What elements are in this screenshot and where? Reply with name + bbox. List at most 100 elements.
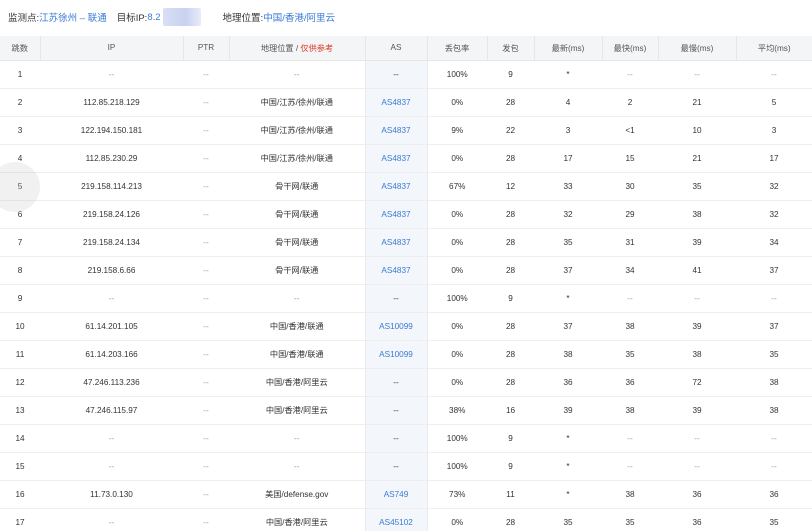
cell-as: -- [364, 60, 428, 89]
cell-hop: 16 [0, 480, 40, 509]
table-row[interactable]: 15 -- -- -- -- 100% 9 * -- -- -- [0, 452, 812, 481]
cell-ip: 47.246.115.97 [40, 396, 183, 425]
cell-last: * [534, 452, 602, 481]
cell-hop: 10 [0, 312, 40, 341]
cell-ptr: -- [183, 340, 229, 369]
cell-hop: 8 [0, 256, 40, 285]
col-loss[interactable]: 丢包率 [427, 36, 488, 61]
cell-ip: 61.14.203.166 [40, 340, 183, 369]
as-link[interactable]: AS4837 [381, 98, 410, 107]
col-last[interactable]: 最新(ms) [534, 36, 603, 61]
table-row[interactable]: 2 112.85.218.129 -- 中国/江苏/徐州/联通 AS4837 0% 28 4 2… [0, 88, 812, 117]
cell-best: 38 [602, 480, 658, 509]
cell-worst: 39 [658, 228, 736, 257]
cell-geo: 中国/香港/阿里云 [229, 508, 365, 531]
table-row[interactable]: 3 122.194.150.181 -- 中国/江苏/徐州/联通 AS4837 9% 22 3… [0, 116, 812, 145]
table-row[interactable]: 14 -- -- -- -- 100% 9 * -- -- -- [0, 424, 812, 453]
cell-ip: 219.158.6.66 [40, 256, 183, 285]
cell-loss: 0% [427, 508, 487, 531]
cell-sent: 28 [487, 256, 534, 285]
col-ptr[interactable]: PTR [183, 36, 230, 61]
as-link[interactable]: AS45102 [379, 518, 413, 527]
table-row[interactable]: 7 219.158.24.134 -- 骨干网/联通 AS4837 0% 28 35 31 39 3… [0, 228, 812, 257]
as-link[interactable]: AS749 [384, 490, 409, 499]
cell-last: * [534, 480, 602, 509]
cell-hop: 11 [0, 340, 40, 369]
as-link[interactable]: AS4837 [381, 238, 410, 247]
col-sent[interactable]: 发包 [487, 36, 535, 61]
col-worst[interactable]: 最慢(ms) [658, 36, 737, 61]
cell-worst: -- [658, 424, 736, 453]
cell-hop: 6 [0, 200, 40, 229]
cell-as: AS749 [364, 480, 428, 509]
as-link[interactable]: AS10099 [379, 322, 413, 331]
cell-best: 38 [602, 396, 658, 425]
cell-ptr: -- [183, 172, 229, 201]
cell-worst: 36 [658, 480, 736, 509]
target-ip-value: 8.2 [147, 11, 161, 23]
col-hop[interactable]: 跳数 [0, 36, 41, 61]
cell-avg: 3 [736, 116, 812, 145]
cell-loss: 0% [427, 88, 487, 117]
cell-last: 38 [534, 340, 602, 369]
col-avg[interactable]: 平均(ms) [736, 36, 812, 61]
probe-value[interactable]: 江苏徐州 – 联通 [39, 10, 107, 24]
table-row[interactable]: 11 61.14.203.166 -- 中国/香港/联通 AS10099 0% 28 38 35… [0, 340, 812, 369]
cell-worst: 10 [658, 116, 736, 145]
cell-ptr: -- [183, 200, 229, 229]
cell-ptr: -- [183, 116, 229, 145]
table-row[interactable]: 4 112.85.230.29 -- 中国/江苏/徐州/联通 AS4837 0% 28 17 1… [0, 144, 812, 173]
cell-sent: 9 [487, 452, 534, 481]
table-row[interactable]: 9 -- -- -- -- 100% 9 * -- -- -- [0, 284, 812, 313]
cell-ip: 219.158.24.126 [40, 200, 183, 229]
col-as[interactable]: AS [365, 36, 428, 61]
cell-ptr: -- [183, 284, 229, 313]
table-row[interactable]: 1 -- -- -- -- 100% 9 * -- -- -- [0, 60, 812, 89]
table-row[interactable]: 16 11.73.0.130 -- 美国/defense.gov AS749 73% 11 *… [0, 480, 812, 509]
cell-sent: 28 [487, 88, 534, 117]
cell-as: -- [364, 368, 428, 397]
table-header-row: 跳数 IP PTR 地理位置 / 仅供参考 AS 丢包率 发包 最新(ms) 最… [0, 36, 812, 61]
cell-as: -- [364, 396, 428, 425]
col-geo-hint: 仅供参考 [300, 43, 334, 53]
cell-loss: 0% [427, 256, 487, 285]
cell-last: * [534, 284, 602, 313]
as-empty: -- [393, 405, 399, 415]
cell-sent: 28 [487, 228, 534, 257]
as-link[interactable]: AS4837 [381, 154, 410, 163]
cell-ip: 219.158.114.213 [40, 172, 183, 201]
table-row[interactable]: 13 47.246.115.97 -- 中国/香港/阿里云 -- 38% 16 39 38 39 3… [0, 396, 812, 425]
cell-avg: 35 [736, 340, 812, 369]
cell-ip: 11.73.0.130 [40, 480, 183, 509]
col-best[interactable]: 最快(ms) [602, 36, 659, 61]
traceroute-table: 跳数 IP PTR 地理位置 / 仅供参考 AS 丢包率 发包 最新(ms) 最… [0, 36, 812, 531]
col-ip[interactable]: IP [40, 36, 184, 61]
as-link[interactable]: AS4837 [381, 126, 410, 135]
col-geo[interactable]: 地理位置 / 仅供参考 [229, 36, 366, 61]
cell-loss: 0% [427, 312, 487, 341]
table-row[interactable]: 8 219.158.6.66 -- 骨干网/联通 AS4837 0% 28 37 34 41 37 [0, 256, 812, 285]
table-row[interactable]: 5 219.158.114.213 -- 骨干网/联通 AS4837 67% 12 33 30 3… [0, 172, 812, 201]
cell-avg: 38 [736, 368, 812, 397]
cell-hop: 4 [0, 144, 40, 173]
table-row[interactable]: 10 61.14.201.105 -- 中国/香港/联通 AS10099 0% 28 37 38… [0, 312, 812, 341]
table-row[interactable]: 6 219.158.24.126 -- 骨干网/联通 AS4837 0% 28 32 29 38 3… [0, 200, 812, 229]
table-row[interactable]: 12 47.246.113.236 -- 中国/香港/阿里云 -- 0% 28 36 36 72 3… [0, 368, 812, 397]
as-link[interactable]: AS4837 [381, 266, 410, 275]
cell-sent: 9 [487, 424, 534, 453]
cell-as: AS4837 [364, 116, 428, 145]
as-link[interactable]: AS10099 [379, 350, 413, 359]
ip-redaction-mask [162, 8, 201, 26]
cell-hop: 12 [0, 368, 40, 397]
cell-last: * [534, 424, 602, 453]
cell-hop: 7 [0, 228, 40, 257]
cell-best: 36 [602, 368, 658, 397]
cell-worst: 72 [658, 368, 736, 397]
cell-loss: 0% [427, 228, 487, 257]
table-row[interactable]: 17 -- -- 中国/香港/阿里云 AS45102 0% 28 35 35 36 35 [0, 508, 812, 531]
as-link[interactable]: AS4837 [381, 210, 410, 219]
cell-hop: 14 [0, 424, 40, 453]
cell-loss: 0% [427, 200, 487, 229]
as-link[interactable]: AS4837 [381, 182, 410, 191]
cell-as: AS4837 [364, 172, 428, 201]
